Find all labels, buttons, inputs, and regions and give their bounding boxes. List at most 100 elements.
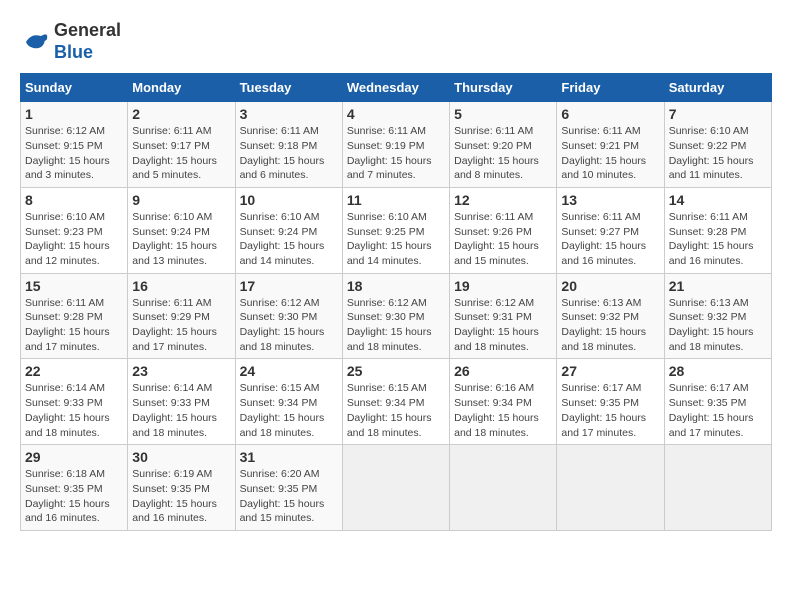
day-number: 10	[240, 192, 338, 208]
logo: General Blue	[20, 20, 121, 63]
calendar-day: 16 Sunrise: 6:11 AM Sunset: 9:29 PM Dayl…	[128, 273, 235, 359]
day-number: 26	[454, 363, 552, 379]
day-detail: Sunrise: 6:17 AM Sunset: 9:35 PM Dayligh…	[669, 381, 767, 440]
calendar-week-row: 1 Sunrise: 6:12 AM Sunset: 9:15 PM Dayli…	[21, 102, 772, 188]
day-header-thursday: Thursday	[450, 74, 557, 102]
day-header-saturday: Saturday	[664, 74, 771, 102]
day-number: 1	[25, 106, 123, 122]
day-detail: Sunrise: 6:12 AM Sunset: 9:31 PM Dayligh…	[454, 296, 552, 355]
calendar-week-row: 8 Sunrise: 6:10 AM Sunset: 9:23 PM Dayli…	[21, 187, 772, 273]
calendar-day: 20 Sunrise: 6:13 AM Sunset: 9:32 PM Dayl…	[557, 273, 664, 359]
day-number: 20	[561, 278, 659, 294]
logo-icon	[20, 27, 50, 57]
day-number: 31	[240, 449, 338, 465]
day-number: 3	[240, 106, 338, 122]
day-number: 2	[132, 106, 230, 122]
calendar-day: 18 Sunrise: 6:12 AM Sunset: 9:30 PM Dayl…	[342, 273, 449, 359]
calendar-week-row: 22 Sunrise: 6:14 AM Sunset: 9:33 PM Dayl…	[21, 359, 772, 445]
calendar-day: 29 Sunrise: 6:18 AM Sunset: 9:35 PM Dayl…	[21, 445, 128, 531]
calendar-day	[342, 445, 449, 531]
day-header-monday: Monday	[128, 74, 235, 102]
calendar-header-row: SundayMondayTuesdayWednesdayThursdayFrid…	[21, 74, 772, 102]
calendar-day: 25 Sunrise: 6:15 AM Sunset: 9:34 PM Dayl…	[342, 359, 449, 445]
day-number: 19	[454, 278, 552, 294]
calendar-day: 19 Sunrise: 6:12 AM Sunset: 9:31 PM Dayl…	[450, 273, 557, 359]
calendar-day	[664, 445, 771, 531]
day-number: 5	[454, 106, 552, 122]
calendar-day: 11 Sunrise: 6:10 AM Sunset: 9:25 PM Dayl…	[342, 187, 449, 273]
day-detail: Sunrise: 6:15 AM Sunset: 9:34 PM Dayligh…	[347, 381, 445, 440]
calendar-day: 22 Sunrise: 6:14 AM Sunset: 9:33 PM Dayl…	[21, 359, 128, 445]
day-number: 27	[561, 363, 659, 379]
day-detail: Sunrise: 6:14 AM Sunset: 9:33 PM Dayligh…	[132, 381, 230, 440]
calendar-day: 21 Sunrise: 6:13 AM Sunset: 9:32 PM Dayl…	[664, 273, 771, 359]
day-number: 22	[25, 363, 123, 379]
calendar-day: 9 Sunrise: 6:10 AM Sunset: 9:24 PM Dayli…	[128, 187, 235, 273]
day-detail: Sunrise: 6:19 AM Sunset: 9:35 PM Dayligh…	[132, 467, 230, 526]
calendar-day: 28 Sunrise: 6:17 AM Sunset: 9:35 PM Dayl…	[664, 359, 771, 445]
calendar-table: SundayMondayTuesdayWednesdayThursdayFrid…	[20, 73, 772, 531]
calendar-day: 13 Sunrise: 6:11 AM Sunset: 9:27 PM Dayl…	[557, 187, 664, 273]
day-detail: Sunrise: 6:18 AM Sunset: 9:35 PM Dayligh…	[25, 467, 123, 526]
day-detail: Sunrise: 6:11 AM Sunset: 9:18 PM Dayligh…	[240, 124, 338, 183]
calendar-day: 30 Sunrise: 6:19 AM Sunset: 9:35 PM Dayl…	[128, 445, 235, 531]
day-number: 12	[454, 192, 552, 208]
day-detail: Sunrise: 6:11 AM Sunset: 9:20 PM Dayligh…	[454, 124, 552, 183]
calendar-day: 17 Sunrise: 6:12 AM Sunset: 9:30 PM Dayl…	[235, 273, 342, 359]
day-detail: Sunrise: 6:11 AM Sunset: 9:29 PM Dayligh…	[132, 296, 230, 355]
calendar-day: 3 Sunrise: 6:11 AM Sunset: 9:18 PM Dayli…	[235, 102, 342, 188]
day-number: 8	[25, 192, 123, 208]
calendar-day: 5 Sunrise: 6:11 AM Sunset: 9:20 PM Dayli…	[450, 102, 557, 188]
day-detail: Sunrise: 6:10 AM Sunset: 9:24 PM Dayligh…	[240, 210, 338, 269]
day-detail: Sunrise: 6:11 AM Sunset: 9:28 PM Dayligh…	[669, 210, 767, 269]
calendar-day: 4 Sunrise: 6:11 AM Sunset: 9:19 PM Dayli…	[342, 102, 449, 188]
logo-text-line2: Blue	[54, 42, 121, 64]
day-number: 17	[240, 278, 338, 294]
day-detail: Sunrise: 6:15 AM Sunset: 9:34 PM Dayligh…	[240, 381, 338, 440]
day-header-tuesday: Tuesday	[235, 74, 342, 102]
day-detail: Sunrise: 6:10 AM Sunset: 9:24 PM Dayligh…	[132, 210, 230, 269]
day-number: 18	[347, 278, 445, 294]
day-number: 14	[669, 192, 767, 208]
day-detail: Sunrise: 6:13 AM Sunset: 9:32 PM Dayligh…	[561, 296, 659, 355]
day-detail: Sunrise: 6:11 AM Sunset: 9:28 PM Dayligh…	[25, 296, 123, 355]
day-number: 13	[561, 192, 659, 208]
day-number: 9	[132, 192, 230, 208]
calendar-day: 15 Sunrise: 6:11 AM Sunset: 9:28 PM Dayl…	[21, 273, 128, 359]
day-detail: Sunrise: 6:10 AM Sunset: 9:25 PM Dayligh…	[347, 210, 445, 269]
day-header-sunday: Sunday	[21, 74, 128, 102]
day-detail: Sunrise: 6:12 AM Sunset: 9:30 PM Dayligh…	[240, 296, 338, 355]
day-detail: Sunrise: 6:12 AM Sunset: 9:30 PM Dayligh…	[347, 296, 445, 355]
logo-text-line1: General	[54, 20, 121, 42]
day-number: 29	[25, 449, 123, 465]
day-detail: Sunrise: 6:16 AM Sunset: 9:34 PM Dayligh…	[454, 381, 552, 440]
day-detail: Sunrise: 6:11 AM Sunset: 9:17 PM Dayligh…	[132, 124, 230, 183]
calendar-day: 2 Sunrise: 6:11 AM Sunset: 9:17 PM Dayli…	[128, 102, 235, 188]
calendar-day: 26 Sunrise: 6:16 AM Sunset: 9:34 PM Dayl…	[450, 359, 557, 445]
page-header: General Blue	[20, 20, 772, 63]
calendar-day: 14 Sunrise: 6:11 AM Sunset: 9:28 PM Dayl…	[664, 187, 771, 273]
day-number: 21	[669, 278, 767, 294]
calendar-day: 6 Sunrise: 6:11 AM Sunset: 9:21 PM Dayli…	[557, 102, 664, 188]
day-detail: Sunrise: 6:11 AM Sunset: 9:19 PM Dayligh…	[347, 124, 445, 183]
day-detail: Sunrise: 6:14 AM Sunset: 9:33 PM Dayligh…	[25, 381, 123, 440]
calendar-week-row: 15 Sunrise: 6:11 AM Sunset: 9:28 PM Dayl…	[21, 273, 772, 359]
calendar-day: 10 Sunrise: 6:10 AM Sunset: 9:24 PM Dayl…	[235, 187, 342, 273]
day-number: 4	[347, 106, 445, 122]
calendar-day: 12 Sunrise: 6:11 AM Sunset: 9:26 PM Dayl…	[450, 187, 557, 273]
day-number: 16	[132, 278, 230, 294]
calendar-day	[450, 445, 557, 531]
calendar-day	[557, 445, 664, 531]
day-detail: Sunrise: 6:11 AM Sunset: 9:21 PM Dayligh…	[561, 124, 659, 183]
day-number: 7	[669, 106, 767, 122]
day-detail: Sunrise: 6:13 AM Sunset: 9:32 PM Dayligh…	[669, 296, 767, 355]
day-number: 6	[561, 106, 659, 122]
day-detail: Sunrise: 6:17 AM Sunset: 9:35 PM Dayligh…	[561, 381, 659, 440]
calendar-day: 24 Sunrise: 6:15 AM Sunset: 9:34 PM Dayl…	[235, 359, 342, 445]
day-detail: Sunrise: 6:10 AM Sunset: 9:22 PM Dayligh…	[669, 124, 767, 183]
day-detail: Sunrise: 6:11 AM Sunset: 9:26 PM Dayligh…	[454, 210, 552, 269]
day-number: 15	[25, 278, 123, 294]
calendar-day: 27 Sunrise: 6:17 AM Sunset: 9:35 PM Dayl…	[557, 359, 664, 445]
day-number: 25	[347, 363, 445, 379]
day-number: 28	[669, 363, 767, 379]
